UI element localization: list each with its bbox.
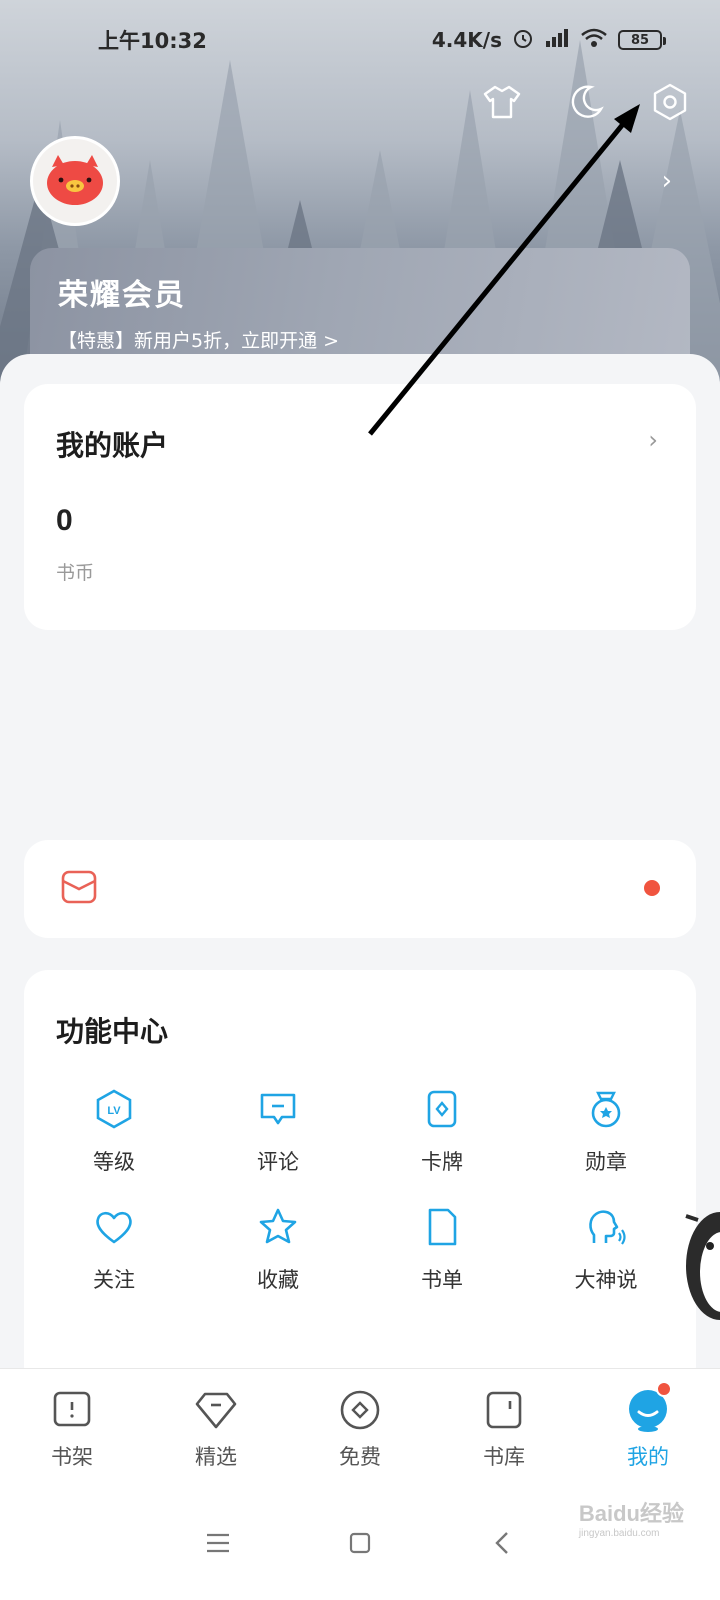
inbox-icon bbox=[60, 868, 98, 910]
comment-icon bbox=[255, 1086, 301, 1132]
function-grid: LV 等级 评论 卡牌 勋章 关注 收藏 书单 大神说 bbox=[24, 1086, 696, 1294]
penguin-mascot-icon[interactable] bbox=[680, 1206, 720, 1324]
nav-label: 我的 bbox=[627, 1445, 669, 1469]
signal-icon bbox=[544, 27, 570, 54]
function-item-medal[interactable]: 勋章 bbox=[524, 1086, 688, 1176]
nav-free[interactable]: 免费 bbox=[288, 1387, 432, 1486]
function-item-favorite[interactable]: 收藏 bbox=[196, 1204, 360, 1294]
moon-icon[interactable] bbox=[566, 82, 606, 122]
library-icon bbox=[481, 1387, 527, 1433]
function-item-label: 勋章 bbox=[585, 1150, 627, 1174]
medal-icon bbox=[583, 1086, 629, 1132]
card-icon bbox=[419, 1086, 465, 1132]
status-indicators: 4.4K/s 85 bbox=[431, 27, 666, 54]
menu-icon[interactable] bbox=[202, 1527, 234, 1559]
alarm-icon bbox=[512, 27, 534, 54]
account-card[interactable]: 我的账户 › 0 书币 bbox=[24, 384, 696, 630]
message-bar[interactable] bbox=[24, 840, 696, 938]
back-icon[interactable] bbox=[486, 1527, 518, 1559]
function-item-label: 书单 bbox=[421, 1268, 463, 1292]
free-icon bbox=[337, 1387, 383, 1433]
heart-icon bbox=[91, 1204, 137, 1250]
shirt-icon[interactable] bbox=[482, 82, 522, 122]
function-item-label: 评论 bbox=[257, 1150, 299, 1174]
avatar[interactable] bbox=[30, 136, 120, 226]
function-item-label: 收藏 bbox=[257, 1268, 299, 1292]
function-item-label: 卡牌 bbox=[421, 1150, 463, 1174]
account-title: 我的账户 bbox=[56, 429, 169, 462]
talk-icon bbox=[583, 1204, 629, 1250]
account-chevron-icon[interactable]: › bbox=[648, 426, 658, 454]
status-bar: 上午10:32 4.4K/s 85 bbox=[0, 0, 720, 80]
function-item-label: 等级 bbox=[93, 1150, 135, 1174]
settings-icon[interactable] bbox=[650, 82, 690, 122]
level-icon: LV bbox=[91, 1086, 137, 1132]
featured-icon bbox=[193, 1387, 239, 1433]
nav-badge-dot bbox=[656, 1381, 672, 1397]
net-speed: 4.4K/s bbox=[431, 28, 502, 52]
booklist-icon bbox=[419, 1204, 465, 1250]
function-item-label: 大神说 bbox=[574, 1268, 638, 1292]
nav-label: 免费 bbox=[339, 1445, 381, 1469]
notification-dot bbox=[644, 880, 660, 896]
function-item-label: 关注 bbox=[93, 1268, 135, 1292]
nav-label: 书架 bbox=[51, 1445, 93, 1469]
function-item-talk[interactable]: 大神说 bbox=[524, 1204, 688, 1294]
bottom-navigation: 书架 精选 免费 书库 我的 bbox=[0, 1368, 720, 1486]
nav-label: 书库 bbox=[483, 1445, 525, 1469]
function-item-comment[interactable]: 评论 bbox=[196, 1086, 360, 1176]
watermark-url: jingyan.baidu.com bbox=[578, 1528, 660, 1539]
vip-title: 荣耀会员 bbox=[58, 278, 186, 313]
battery-icon: 85 bbox=[618, 30, 666, 50]
nav-label: 精选 bbox=[195, 1445, 237, 1469]
function-item-card[interactable]: 卡牌 bbox=[360, 1086, 524, 1176]
main-content: 我的账户 › 0 书币 功能中心 LV 等级 评论 卡牌 勋章 关注 收藏 书单… bbox=[0, 354, 720, 1390]
svg-text:LV: LV bbox=[107, 1105, 121, 1117]
nav-me[interactable]: 我的 bbox=[576, 1381, 720, 1486]
coin-balance: 0 bbox=[56, 504, 73, 537]
nav-bookshelf[interactable]: 书架 bbox=[0, 1387, 144, 1486]
function-center-card: 功能中心 LV 等级 评论 卡牌 勋章 关注 收藏 书单 大神说 bbox=[24, 970, 696, 1390]
function-item-follow[interactable]: 关注 bbox=[32, 1204, 196, 1294]
star-icon bbox=[255, 1204, 301, 1250]
header-actions bbox=[482, 82, 690, 122]
watermark-brand: Baidu经验 bbox=[578, 1501, 684, 1526]
status-time: 上午10:32 bbox=[98, 29, 207, 53]
coin-label: 书币 bbox=[56, 562, 95, 584]
nav-featured[interactable]: 精选 bbox=[144, 1387, 288, 1486]
watermark: Baidu经验 jingyan.baidu.com bbox=[579, 1496, 684, 1539]
vip-subtitle[interactable]: 【特惠】新用户5折，立即开通 > bbox=[58, 326, 662, 353]
bookshelf-icon bbox=[49, 1387, 95, 1433]
function-center-title: 功能中心 bbox=[56, 1015, 169, 1048]
wifi-icon bbox=[580, 27, 608, 54]
nav-library[interactable]: 书库 bbox=[432, 1387, 576, 1486]
function-item-level[interactable]: LV 等级 bbox=[32, 1086, 196, 1176]
home-icon[interactable] bbox=[344, 1527, 376, 1559]
profile-chevron-icon[interactable]: › bbox=[662, 166, 672, 196]
pig-avatar-icon bbox=[47, 155, 103, 205]
function-item-booklist[interactable]: 书单 bbox=[360, 1204, 524, 1294]
